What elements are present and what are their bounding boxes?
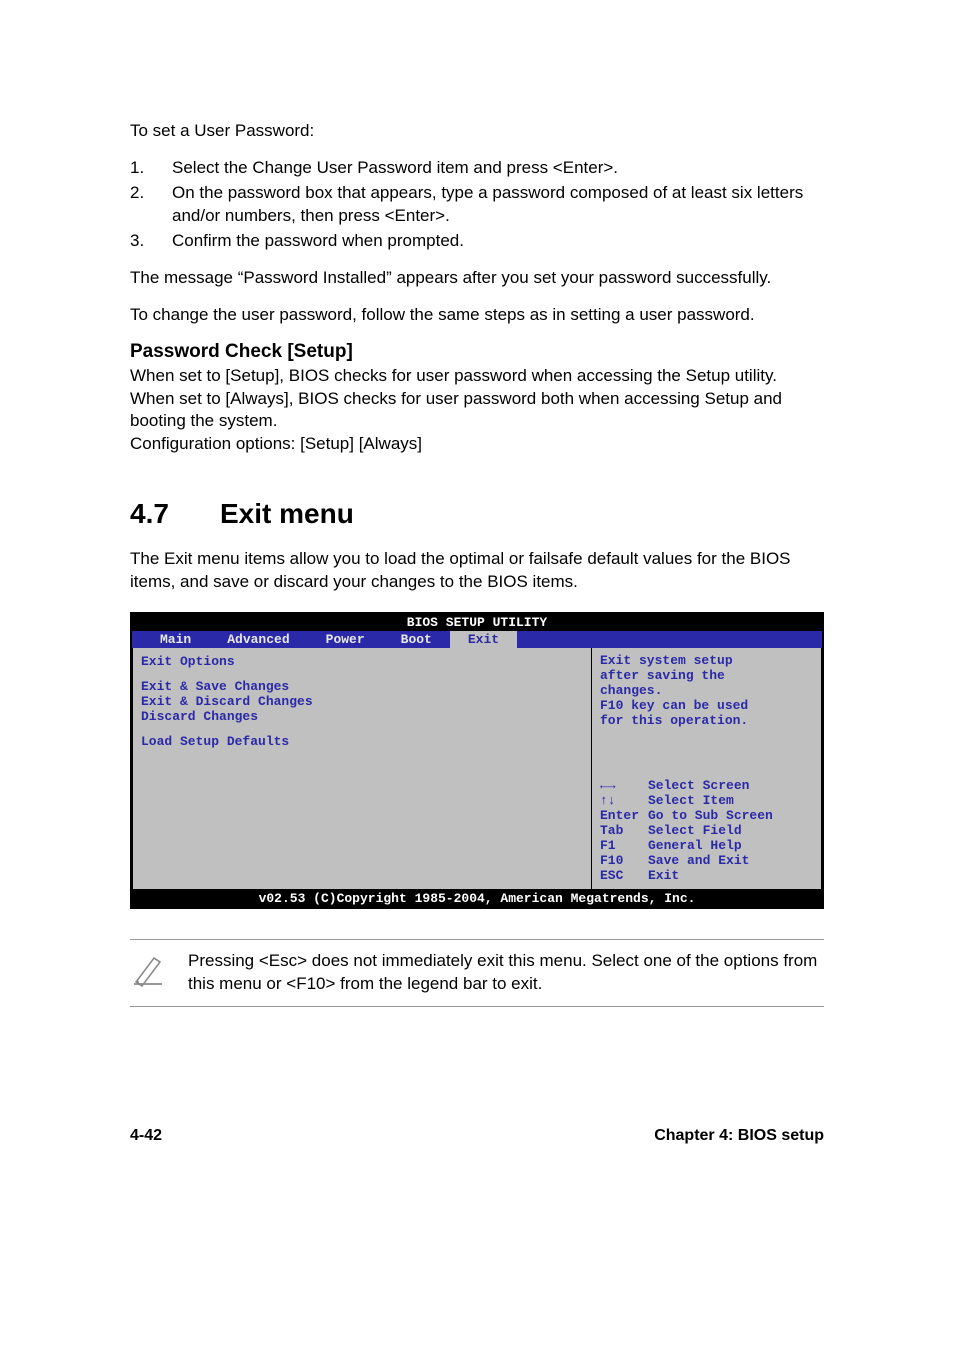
bios-hint-key: Tab	[600, 824, 648, 839]
note-box: Pressing <Esc> does not immediately exit…	[130, 939, 824, 1007]
bios-hint-key: F1	[600, 839, 648, 854]
bios-screenshot: BIOS SETUP UTILITY Main Advanced Power B…	[130, 612, 824, 909]
bios-item-exit-discard[interactable]: Exit & Discard Changes	[141, 694, 583, 709]
bios-left-panel: Exit Options Exit & Save Changes Exit & …	[132, 648, 592, 890]
page-footer: 4-42 Chapter 4: BIOS setup	[60, 1127, 894, 1145]
bios-exit-group-1: Exit & Save Changes Exit & Discard Chang…	[141, 679, 583, 724]
bios-hint-label: Select Item	[648, 793, 734, 808]
password-installed-message: The message “Password Installed” appears…	[130, 267, 824, 290]
exit-menu-description: The Exit menu items allow you to load th…	[130, 548, 824, 594]
step-number: 2.	[130, 182, 172, 228]
bios-hint-label: Select Screen	[648, 778, 749, 793]
bios-hint-label: General Help	[648, 838, 742, 853]
bios-hint-select-field: TabSelect Field	[600, 824, 813, 839]
bios-hint-label: Go to Sub Screen	[648, 808, 773, 823]
password-check-heading: Password Check [Setup]	[130, 341, 824, 363]
step-number: 1.	[130, 157, 172, 180]
password-check-body: When set to [Setup], BIOS checks for use…	[130, 365, 824, 434]
bios-footer: v02.53 (C)Copyright 1985-2004, American …	[132, 890, 822, 907]
page-number: 4-42	[130, 1127, 162, 1145]
bios-tab-advanced[interactable]: Advanced	[209, 631, 307, 648]
bios-key-hints: Select Screen Select Item EnterGo to Sub…	[600, 779, 813, 884]
pencil-note-icon	[130, 952, 166, 988]
chapter-label: Chapter 4: BIOS setup	[654, 1127, 824, 1145]
bios-hint-save-exit: F10Save and Exit	[600, 854, 813, 869]
change-user-password-note: To change the user password, follow the …	[130, 304, 824, 327]
bios-tab-power[interactable]: Power	[308, 631, 383, 648]
step-number: 3.	[130, 230, 172, 253]
bios-right-panel: Exit system setup after saving the chang…	[592, 648, 822, 890]
bios-exit-group-2: Load Setup Defaults	[141, 734, 583, 749]
bios-exit-options-heading: Exit Options	[141, 654, 583, 669]
step-2: 2. On the password box that appears, typ…	[130, 182, 824, 228]
step-text: On the password box that appears, type a…	[172, 182, 824, 228]
bios-hint-general-help: F1General Help	[600, 839, 813, 854]
password-check-config-options: Configuration options: [Setup] [Always]	[130, 433, 824, 456]
bios-tab-bar: Main Advanced Power Boot Exit	[132, 631, 822, 648]
step-3: 3. Confirm the password when prompted.	[130, 230, 824, 253]
bios-tab-exit[interactable]: Exit	[450, 631, 517, 648]
section-title: Exit menu	[220, 498, 354, 529]
bios-help-line: for this operation.	[600, 714, 813, 729]
note-text: Pressing <Esc> does not immediately exit…	[188, 950, 824, 996]
bios-help-text: Exit system setup after saving the chang…	[600, 654, 813, 729]
bios-hint-label: Exit	[648, 868, 679, 883]
bios-title: BIOS SETUP UTILITY	[132, 614, 822, 631]
section-heading: 4.7Exit menu	[130, 498, 824, 530]
bios-hint-key: Enter	[600, 809, 648, 824]
set-user-password-intro: To set a User Password:	[130, 120, 824, 143]
bios-tab-main[interactable]: Main	[142, 631, 209, 648]
bios-item-exit-save[interactable]: Exit & Save Changes	[141, 679, 583, 694]
arrow-left-right-icon	[600, 779, 648, 794]
step-1: 1. Select the Change User Password item …	[130, 157, 824, 180]
bios-hint-key: ESC	[600, 869, 648, 884]
bios-hint-exit: ESCExit	[600, 869, 813, 884]
arrow-up-down-icon	[600, 794, 648, 809]
bios-body: Exit Options Exit & Save Changes Exit & …	[132, 648, 822, 890]
bios-hint-select-screen: Select Screen	[600, 779, 813, 794]
step-text: Confirm the password when prompted.	[172, 230, 824, 253]
bios-help-line: Exit system setup	[600, 654, 813, 669]
set-user-password-steps: 1. Select the Change User Password item …	[130, 157, 824, 253]
bios-tab-boot[interactable]: Boot	[383, 631, 450, 648]
bios-help-line: F10 key can be used	[600, 699, 813, 714]
step-text: Select the Change User Password item and…	[172, 157, 824, 180]
bios-help-line: after saving the	[600, 669, 813, 684]
section-number: 4.7	[130, 498, 220, 530]
bios-hint-label: Select Field	[648, 823, 742, 838]
bios-hint-key: F10	[600, 854, 648, 869]
bios-hint-sub-screen: EnterGo to Sub Screen	[600, 809, 813, 824]
bios-hint-label: Save and Exit	[648, 853, 749, 868]
bios-help-line: changes.	[600, 684, 813, 699]
bios-hint-select-item: Select Item	[600, 794, 813, 809]
bios-item-load-defaults[interactable]: Load Setup Defaults	[141, 734, 583, 749]
bios-item-discard[interactable]: Discard Changes	[141, 709, 583, 724]
